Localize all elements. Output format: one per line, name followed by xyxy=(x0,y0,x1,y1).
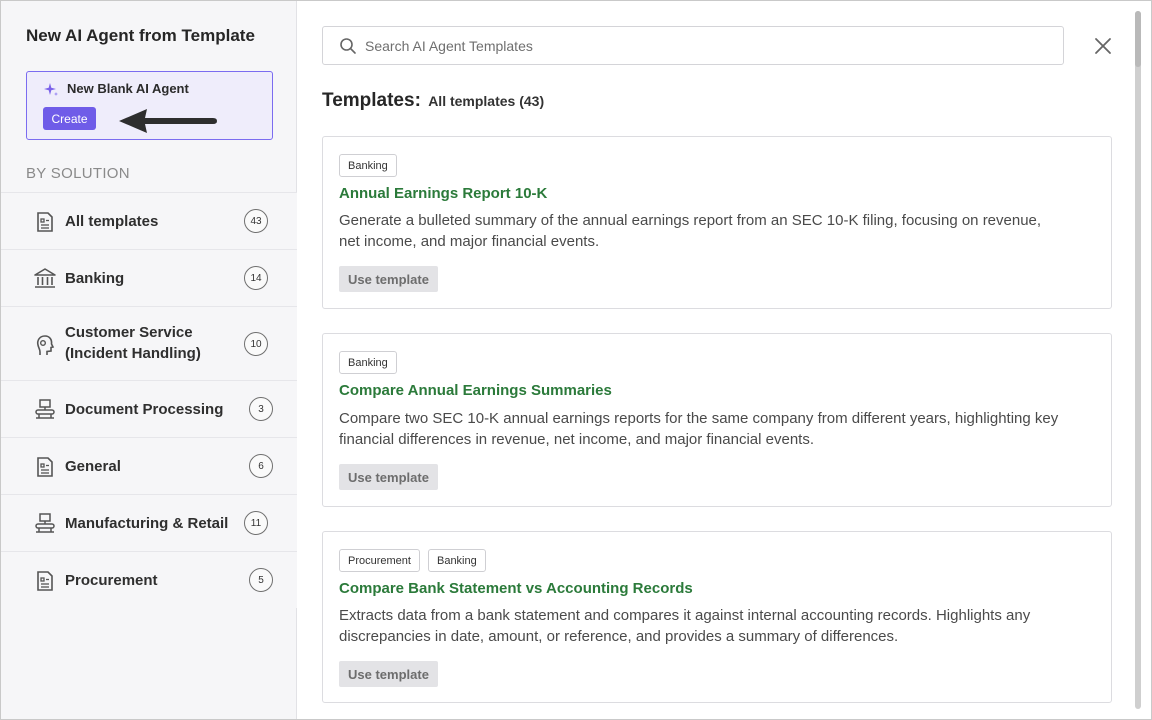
scrollbar[interactable] xyxy=(1135,11,1141,709)
category-item-procurement[interactable]: Procurement 5 xyxy=(1,551,297,608)
tag-badge: Banking xyxy=(427,549,486,572)
template-description-line1: Compare two SEC 10-K annual earnings rep… xyxy=(339,410,1059,427)
close-icon[interactable] xyxy=(1094,37,1112,55)
tag-group: Procurement Banking xyxy=(339,549,486,572)
dialog-window: New AI Agent from Template New Blank AI … xyxy=(0,0,1152,720)
use-template-button[interactable]: Use template xyxy=(339,661,438,687)
sparkle-icon xyxy=(44,83,58,96)
section-label: BY SOLUTION xyxy=(26,165,130,182)
conveyor-icon xyxy=(35,513,55,533)
template-title[interactable]: Annual Earnings Report 10-K xyxy=(339,185,547,202)
template-description-line1: Generate a bulleted summary of the annua… xyxy=(339,212,1042,229)
scrollbar-thumb[interactable] xyxy=(1135,11,1141,67)
category-item-banking[interactable]: Banking 14 xyxy=(1,249,297,306)
create-button[interactable]: Create xyxy=(43,107,96,130)
template-description-line2: financial differences in revenue, net in… xyxy=(339,431,814,448)
count-badge: 11 xyxy=(244,511,268,535)
sidebar: New AI Agent from Template New Blank AI … xyxy=(1,1,297,719)
category-item-general[interactable]: General 6 xyxy=(1,437,297,494)
category-label-line1: Customer Service xyxy=(65,324,193,341)
search-input[interactable]: Search AI Agent Templates xyxy=(322,26,1064,65)
template-card: Banking Annual Earnings Report 10-K Gene… xyxy=(322,136,1112,309)
document-icon xyxy=(37,571,53,591)
search-icon xyxy=(340,38,356,54)
category-label: Banking xyxy=(65,270,125,287)
tag-badge: Banking xyxy=(339,351,397,374)
templates-heading: Templates: All templates (43) xyxy=(322,90,544,112)
conveyor-icon xyxy=(35,399,55,419)
category-label-line2: (Incident Handling) xyxy=(65,345,201,362)
category-label: General xyxy=(65,458,121,475)
template-browser: Search AI Agent Templates Templates: All… xyxy=(298,1,1151,719)
category-label: Procurement xyxy=(65,572,158,589)
count-badge: 43 xyxy=(244,209,268,233)
template-card: Procurement Banking Compare Bank Stateme… xyxy=(322,531,1112,703)
count-badge: 6 xyxy=(249,454,273,478)
arrow-pointer-icon xyxy=(119,109,217,133)
count-badge: 10 xyxy=(244,332,268,356)
count-badge: 5 xyxy=(249,568,273,592)
tag-group: Banking xyxy=(339,351,397,374)
template-description-line1: Extracts data from a bank statement and … xyxy=(339,607,1031,624)
category-item-manufacturing-retail[interactable]: Manufacturing & Retail 11 xyxy=(1,494,297,551)
tag-badge: Procurement xyxy=(339,549,420,572)
dialog-title: New AI Agent from Template xyxy=(26,26,255,45)
search-placeholder: Search AI Agent Templates xyxy=(365,38,533,54)
template-description-line2: discrepancies in date, amount, or refere… xyxy=(339,628,899,645)
tag-badge: Banking xyxy=(339,154,397,177)
template-title[interactable]: Compare Bank Statement vs Accounting Rec… xyxy=(339,580,693,597)
document-icon xyxy=(37,212,53,232)
use-template-button[interactable]: Use template xyxy=(339,266,438,292)
category-label: All templates xyxy=(65,213,159,230)
templates-heading-label: Templates: xyxy=(322,90,421,111)
count-badge: 3 xyxy=(249,397,273,421)
category-item-document-processing[interactable]: Document Processing 3 xyxy=(1,380,297,437)
count-badge: 14 xyxy=(244,266,268,290)
template-description-line2: net income, and major financial events. xyxy=(339,233,600,250)
headset-icon xyxy=(36,335,55,355)
category-item-all-templates[interactable]: All templates 43 xyxy=(1,192,297,249)
category-label: Document Processing xyxy=(65,401,224,418)
category-label: Manufacturing & Retail xyxy=(65,515,229,532)
templates-filter-label: All templates (43) xyxy=(428,93,545,109)
template-title[interactable]: Compare Annual Earnings Summaries xyxy=(339,382,612,399)
bank-icon xyxy=(34,268,56,288)
category-item-customer-service[interactable]: Customer Service (Incident Handling) 10 xyxy=(1,306,297,380)
use-template-button[interactable]: Use template xyxy=(339,464,438,490)
category-list: All templates 43 Banking 14 Customer Ser… xyxy=(1,192,297,608)
template-card: Banking Compare Annual Earnings Summarie… xyxy=(322,333,1112,507)
document-icon xyxy=(37,457,53,477)
new-blank-agent-label: New Blank AI Agent xyxy=(67,81,189,96)
tag-group: Banking xyxy=(339,154,397,177)
